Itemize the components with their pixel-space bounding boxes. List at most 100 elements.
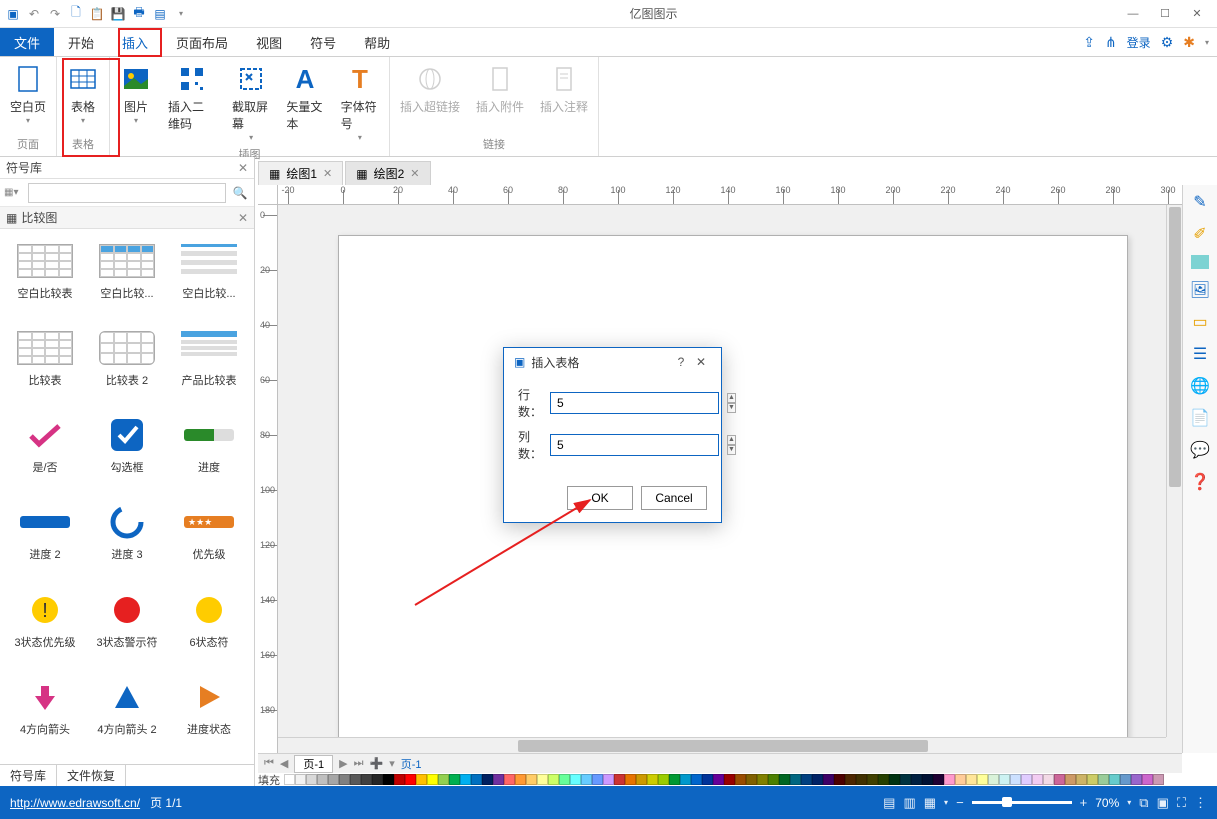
color-swatch[interactable] [878, 774, 889, 785]
color-swatch[interactable] [933, 774, 944, 785]
color-swatch[interactable] [592, 774, 603, 785]
status-url[interactable]: http://www.edrawsoft.cn/ [10, 796, 140, 810]
page-first-icon[interactable]: ⏮ [264, 757, 274, 770]
color-swatch[interactable] [515, 774, 526, 785]
color-swatch[interactable] [394, 774, 405, 785]
color-swatch[interactable] [537, 774, 548, 785]
symbol-item[interactable]: 进度 2 [4, 498, 86, 581]
scrollbar-thumb[interactable] [518, 740, 928, 752]
layer-icon[interactable]: ▭ [1189, 311, 1211, 333]
color-swatch[interactable] [988, 774, 999, 785]
color-swatch[interactable] [361, 774, 372, 785]
color-swatch[interactable] [1032, 774, 1043, 785]
symbol-item[interactable]: 空白比较表 [4, 237, 86, 320]
symbol-item[interactable]: 产品比较表 [168, 324, 250, 407]
settings-icon[interactable]: ⚙ [1161, 34, 1174, 51]
doc-tab-2[interactable]: ▦绘图2✕ [345, 161, 430, 185]
color-swatch[interactable] [1010, 774, 1021, 785]
color-swatch[interactable] [471, 774, 482, 785]
color-swatch[interactable] [1054, 774, 1065, 785]
zoom-caret-icon[interactable]: ▾ [1127, 798, 1131, 807]
paste-icon[interactable]: 📋 [90, 7, 104, 21]
color-swatch[interactable] [867, 774, 878, 785]
color-swatch[interactable] [845, 774, 856, 785]
color-swatch[interactable] [328, 774, 339, 785]
symbol-item[interactable]: !3状态优先级 [4, 586, 86, 669]
menu-view[interactable]: 视图 [242, 28, 296, 56]
color-swatch[interactable] [339, 774, 350, 785]
color-swatch[interactable] [746, 774, 757, 785]
category-header[interactable]: ▦ 比较图 ✕ [0, 207, 254, 229]
color-swatch[interactable] [581, 774, 592, 785]
color-swatch[interactable] [1098, 774, 1109, 785]
vertical-scrollbar[interactable] [1166, 205, 1182, 737]
color-swatch[interactable] [1142, 774, 1153, 785]
note-icon[interactable]: 📄 [1189, 407, 1211, 429]
tab-close-icon[interactable]: ✕ [410, 167, 419, 180]
color-swatch[interactable] [306, 774, 317, 785]
doc-tab-1[interactable]: ▦绘图1✕ [258, 161, 343, 185]
menu-insert[interactable]: 插入 [108, 28, 162, 56]
color-swatch[interactable] [614, 774, 625, 785]
dialog-close-icon[interactable]: ✕ [691, 355, 711, 369]
symbol-item[interactable]: 空白比较... [86, 237, 168, 320]
color-swatch[interactable] [1109, 774, 1120, 785]
color-swatch[interactable] [493, 774, 504, 785]
color-swatch[interactable] [834, 774, 845, 785]
share-icon[interactable]: ⇪ [1083, 34, 1095, 51]
category-select-icon[interactable]: ▦▾ [4, 187, 24, 198]
scrollbar-thumb[interactable] [1169, 207, 1181, 487]
color-swatch[interactable] [350, 774, 361, 785]
canvas-area[interactable] [278, 205, 1166, 737]
color-swatch[interactable] [427, 774, 438, 785]
view-mode-3-icon[interactable]: ▦ [924, 795, 936, 811]
page-last-icon[interactable]: ⏭ [354, 757, 364, 770]
color-swatch[interactable] [570, 774, 581, 785]
menu-page-layout[interactable]: 页面布局 [162, 28, 242, 56]
menu-symbol[interactable]: 符号 [296, 28, 350, 56]
dialog-help-icon[interactable]: ? [671, 355, 691, 369]
symbol-item[interactable]: 比较表 2 [86, 324, 168, 407]
color-swatch[interactable] [383, 774, 394, 785]
panel-close-icon[interactable]: ✕ [238, 161, 248, 175]
minimize-button[interactable]: — [1119, 3, 1147, 25]
menu-file[interactable]: 文件 [0, 28, 54, 56]
color-swatch[interactable] [999, 774, 1010, 785]
symbol-item[interactable]: 3状态警示符 [86, 586, 168, 669]
color-swatch[interactable] [1065, 774, 1076, 785]
color-swatch[interactable] [713, 774, 724, 785]
color-swatch[interactable] [680, 774, 691, 785]
color-swatch[interactable] [735, 774, 746, 785]
undo-icon[interactable]: ↶ [27, 7, 41, 21]
color-swatch[interactable] [790, 774, 801, 785]
color-swatch[interactable] [1153, 774, 1164, 785]
fit-width-icon[interactable]: ⧉ [1139, 795, 1148, 811]
symbol-item[interactable]: 进度状态 [168, 673, 250, 756]
symbol-item[interactable]: 4方向箭头 [4, 673, 86, 756]
symbol-search-input[interactable] [28, 183, 226, 203]
color-swatch[interactable] [1021, 774, 1032, 785]
new-file-icon[interactable]: 🗋 [69, 7, 83, 21]
menu-home[interactable]: 开始 [54, 28, 108, 56]
more-icon[interactable]: ⋮ [1194, 795, 1207, 811]
color-swatch[interactable] [922, 774, 933, 785]
symbol-item[interactable]: 进度 3 [86, 498, 168, 581]
color-swatch[interactable] [889, 774, 900, 785]
horizontal-scrollbar[interactable] [278, 737, 1166, 753]
zoom-slider[interactable] [972, 801, 1072, 804]
color-swatch[interactable] [295, 774, 306, 785]
apps-icon[interactable]: ✱ [1183, 34, 1195, 51]
share-link-icon[interactable]: ⋔ [1105, 34, 1117, 51]
color-swatch[interactable] [372, 774, 383, 785]
color-swatch[interactable] [691, 774, 702, 785]
view-caret-icon[interactable]: ▾ [944, 798, 948, 807]
page-canvas[interactable] [338, 235, 1128, 737]
edit-icon[interactable]: ✐ [1189, 223, 1211, 245]
page-prev-icon[interactable]: ◀ [280, 757, 288, 770]
color-swatch[interactable] [559, 774, 570, 785]
tab-file-recovery[interactable]: 文件恢复 [57, 765, 126, 786]
view-mode-icon[interactable]: ▤ [883, 795, 895, 811]
color-swatch[interactable] [900, 774, 911, 785]
color-swatch[interactable] [548, 774, 559, 785]
insert-picture-button[interactable]: 图片▾ [112, 61, 160, 144]
